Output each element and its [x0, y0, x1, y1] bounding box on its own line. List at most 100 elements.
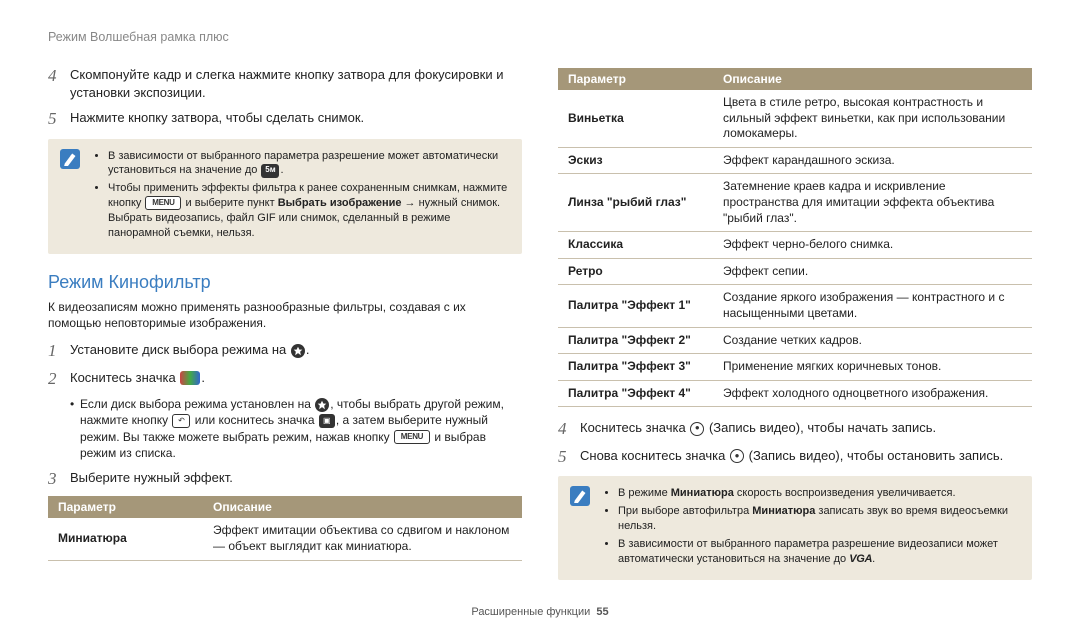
- step-4: 4 Скомпонуйте кадр и слегка нажмите кноп…: [48, 66, 522, 101]
- note-text: В режиме: [618, 487, 671, 499]
- note-text-bold: Миниатюра: [671, 487, 734, 499]
- step-number: 4: [48, 66, 62, 101]
- page-footer: Расширенные функции 55: [0, 606, 1080, 618]
- note-icon: [60, 149, 80, 169]
- step-text: Нажмите кнопку затвора, чтобы сделать сн…: [70, 109, 522, 129]
- step-number: 3: [48, 469, 62, 489]
- step-number: 5: [558, 447, 572, 467]
- step-text: Снова коснитесь значка ● (Запись видео),…: [580, 447, 1032, 467]
- table-header-param: Параметр: [558, 68, 713, 90]
- table-header-param: Параметр: [48, 496, 203, 518]
- table-cell-param: Миниатюра: [48, 518, 203, 560]
- step-text-part: .: [201, 370, 205, 385]
- step-number: 1: [48, 341, 62, 361]
- back-button-icon: ↶: [172, 414, 190, 428]
- page-number: 55: [596, 606, 608, 618]
- note-text-bold: Выбрать изображение: [278, 197, 402, 209]
- table-row: Палитра "Эффект 1"Создание яркого изобра…: [558, 285, 1032, 327]
- param-table-right: Параметр Описание ВиньеткаЦвета в стиле …: [558, 68, 1032, 407]
- step-text: Выберите нужный эффект.: [70, 469, 522, 489]
- table-row: КлассикаЭффект черно-белого снимка.: [558, 232, 1032, 259]
- step-number: 5: [48, 109, 62, 129]
- step-number: 2: [48, 369, 62, 389]
- table-cell-desc: Затемнение краев кадра и искривление про…: [713, 174, 1032, 232]
- table-header-desc: Описание: [203, 496, 522, 518]
- table-cell-param: Палитра "Эффект 2": [558, 327, 713, 354]
- table-row: Линза "рыбий глаз"Затемнение краев кадра…: [558, 174, 1032, 232]
- step-text: Скомпонуйте кадр и слегка нажмите кнопку…: [70, 66, 522, 101]
- note-item: Чтобы применить эффекты фильтра к ранее …: [108, 181, 510, 240]
- table-cell-param: Палитра "Эффект 1": [558, 285, 713, 327]
- table-row: Палитра "Эффект 4"Эффект холодного одноц…: [558, 380, 1032, 407]
- note-text-bold: Миниатюра: [752, 505, 815, 517]
- table-cell-param: Классика: [558, 232, 713, 259]
- note-text: скорость воспроизведения увеличивается.: [734, 487, 956, 499]
- table-cell-param: Линза "рыбий глаз": [558, 174, 713, 232]
- bullet-text: или коснитесь значка: [191, 413, 317, 427]
- camera-icon: ▣: [319, 414, 335, 428]
- menu-button-icon: MENU: [394, 430, 430, 444]
- page-header: Режим Волшебная рамка плюс: [48, 30, 1032, 44]
- table-cell-desc: Создание четких кадров.: [713, 327, 1032, 354]
- table-header-desc: Описание: [713, 68, 1032, 90]
- step-4b: 4 Коснитесь значка ● (Запись видео), что…: [558, 419, 1032, 439]
- table-cell-desc: Эффект сепии.: [713, 258, 1032, 285]
- step-text-part: (Запись видео), чтобы остановить запись.: [745, 448, 1003, 463]
- step-text: Установите диск выбора режима на .: [70, 341, 522, 361]
- filter-mode-icon: [180, 371, 200, 385]
- step-text: Коснитесь значка .: [70, 369, 522, 389]
- step-text-part: Снова коснитесь значка: [580, 448, 729, 463]
- sub-bullet: Если диск выбора режима установлен на , …: [70, 396, 522, 461]
- step-3: 3 Выберите нужный эффект.: [48, 469, 522, 489]
- table-cell-desc: Эффект имитации объектива со сдвигом и н…: [203, 518, 522, 560]
- table-row: Миниатюра Эффект имитации объектива со с…: [48, 518, 522, 560]
- mode-dial-s-icon: [291, 344, 305, 358]
- right-column: Параметр Описание ВиньеткаЦвета в стиле …: [558, 66, 1032, 598]
- note-text: и выберите пункт: [182, 197, 277, 209]
- table-cell-desc: Эффект карандашного эскиза.: [713, 147, 1032, 174]
- table-row: Палитра "Эффект 2"Создание четких кадров…: [558, 327, 1032, 354]
- step-text-part: Коснитесь значка: [580, 420, 689, 435]
- param-table-left: Параметр Описание Миниатюра Эффект имита…: [48, 496, 522, 560]
- table-cell-param: Палитра "Эффект 3": [558, 354, 713, 381]
- table-cell-param: Ретро: [558, 258, 713, 285]
- note-item: В зависимости от выбранного параметра ра…: [108, 149, 510, 179]
- step-5: 5 Нажмите кнопку затвора, чтобы сделать …: [48, 109, 522, 129]
- menu-button-icon: MENU: [145, 196, 181, 210]
- note-text: .: [872, 553, 875, 565]
- note-item: В зависимости от выбранного параметра ра…: [618, 537, 1020, 567]
- note-item: При выборе автофильтра Миниатюра записат…: [618, 504, 1020, 534]
- note-text: В зависимости от выбранного параметра ра…: [108, 150, 498, 177]
- table-cell-desc: Эффект черно-белого снимка.: [713, 232, 1032, 259]
- note-box-2: В режиме Миниатюра скорость воспроизведе…: [558, 476, 1032, 579]
- note-icon: [570, 486, 590, 506]
- table-cell-param: Палитра "Эффект 4": [558, 380, 713, 407]
- table-row: ВиньеткаЦвета в стиле ретро, высокая кон…: [558, 90, 1032, 147]
- vga-badge: VGA: [849, 553, 872, 565]
- table-row: РетроЭффект сепии.: [558, 258, 1032, 285]
- left-column: 4 Скомпонуйте кадр и слегка нажмите кноп…: [48, 66, 522, 598]
- step-5b: 5 Снова коснитесь значка ● (Запись видео…: [558, 447, 1032, 467]
- table-row: Палитра "Эффект 3"Применение мягких кори…: [558, 354, 1032, 381]
- table-cell-desc: Создание яркого изображения — контрастно…: [713, 285, 1032, 327]
- note-text: При выборе автофильтра: [618, 505, 752, 517]
- step-text-part: Установите диск выбора режима на: [70, 342, 290, 357]
- footer-label: Расширенные функции: [471, 606, 590, 618]
- step-1: 1 Установите диск выбора режима на .: [48, 341, 522, 361]
- bullet-text: Если диск выбора режима установлен на: [80, 397, 314, 411]
- record-icon: ●: [690, 422, 704, 436]
- step-text-part: Коснитесь значка: [70, 370, 179, 385]
- step-text-part: (Запись видео), чтобы начать запись.: [705, 420, 936, 435]
- table-row: ЭскизЭффект карандашного эскиза.: [558, 147, 1032, 174]
- record-icon: ●: [730, 449, 744, 463]
- step-number: 4: [558, 419, 572, 439]
- table-cell-desc: Цвета в стиле ретро, высокая контрастнос…: [713, 90, 1032, 147]
- step-text-part: .: [306, 342, 310, 357]
- step-text: Коснитесь значка ● (Запись видео), чтобы…: [580, 419, 1032, 439]
- table-cell-desc: Эффект холодного одноцветного изображени…: [713, 380, 1032, 407]
- mode-dial-s-icon: [315, 398, 329, 412]
- table-cell-param: Эскиз: [558, 147, 713, 174]
- note-text: В зависимости от выбранного параметра ра…: [618, 538, 998, 565]
- table-cell-desc: Применение мягких коричневых тонов.: [713, 354, 1032, 381]
- note-text: .: [280, 164, 283, 176]
